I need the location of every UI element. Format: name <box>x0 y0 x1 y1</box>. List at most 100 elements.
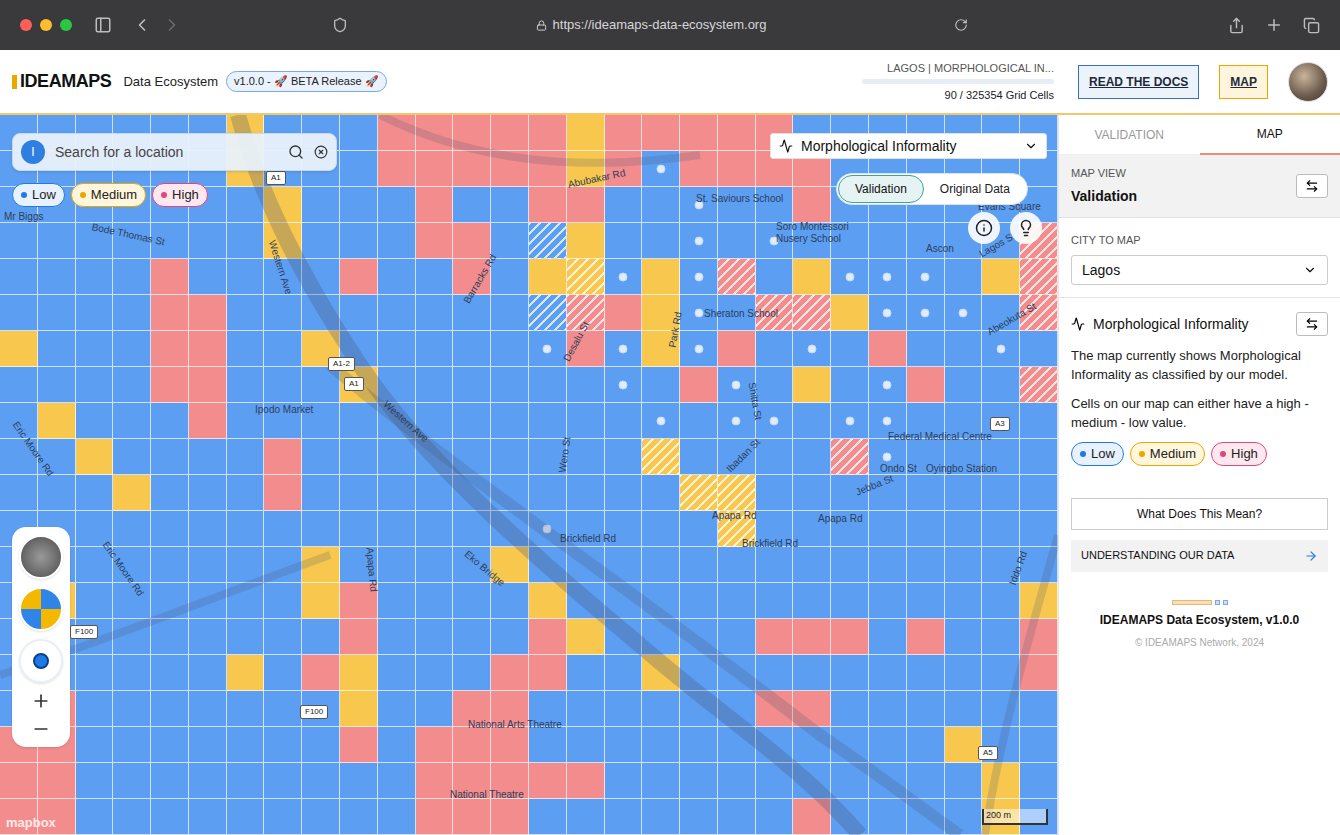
grid-cell[interactable] <box>567 115 605 151</box>
grid-cell[interactable] <box>76 727 114 763</box>
grid-cell[interactable] <box>680 763 718 799</box>
grid-cell[interactable] <box>756 259 794 295</box>
grid-cell[interactable] <box>982 511 1020 547</box>
grid-cell[interactable] <box>416 655 454 691</box>
grid-cell[interactable] <box>982 331 1020 367</box>
grid-cell[interactable] <box>302 367 340 403</box>
tabs-icon[interactable] <box>1303 17 1320 34</box>
grid-cell[interactable] <box>340 727 378 763</box>
grid-cell[interactable] <box>453 727 491 763</box>
grid-cell[interactable] <box>793 583 831 619</box>
grid-cell[interactable] <box>1020 475 1058 511</box>
grid-cell[interactable] <box>680 583 718 619</box>
grid-cell[interactable] <box>756 691 794 727</box>
grid-cell[interactable] <box>605 511 643 547</box>
grid-cell[interactable] <box>718 151 756 187</box>
grid-cell[interactable] <box>113 727 151 763</box>
grid-cell[interactable] <box>529 331 567 367</box>
grid-cell[interactable] <box>264 619 302 655</box>
grid-cell[interactable] <box>378 223 416 259</box>
grid-cell[interactable] <box>718 259 756 295</box>
grid-cell[interactable] <box>793 403 831 439</box>
grid-cell[interactable] <box>227 475 265 511</box>
grid-cell[interactable] <box>302 727 340 763</box>
grid-cell[interactable] <box>567 583 605 619</box>
grid-cell[interactable] <box>189 439 227 475</box>
grid-cell[interactable] <box>529 115 567 151</box>
grid-cell[interactable] <box>151 439 189 475</box>
grid-cell[interactable] <box>567 367 605 403</box>
grid-cell[interactable] <box>453 259 491 295</box>
grid-cell[interactable] <box>982 583 1020 619</box>
grid-cell[interactable] <box>793 331 831 367</box>
grid-cell[interactable] <box>756 475 794 511</box>
grid-cell[interactable] <box>378 619 416 655</box>
view-toggle-option[interactable]: Original Data <box>924 175 1026 203</box>
grid-cell[interactable] <box>756 655 794 691</box>
grid-cell[interactable] <box>113 331 151 367</box>
grid-cell[interactable] <box>189 655 227 691</box>
grid-cell[interactable] <box>416 367 454 403</box>
grid-cell[interactable] <box>718 403 756 439</box>
grid-cell[interactable] <box>907 223 945 259</box>
grid-cell[interactable] <box>38 439 76 475</box>
grid-cell[interactable] <box>378 151 416 187</box>
grid-cell[interactable] <box>378 691 416 727</box>
grid-cell[interactable] <box>189 691 227 727</box>
grid-cell[interactable] <box>0 763 38 799</box>
grid-cell[interactable] <box>982 367 1020 403</box>
grid-cell[interactable] <box>416 151 454 187</box>
grid-cell[interactable] <box>605 619 643 655</box>
grid-cell[interactable] <box>151 367 189 403</box>
minimize-dot[interactable] <box>40 19 52 31</box>
grid-cell[interactable] <box>642 295 680 331</box>
sidebar-tab[interactable]: VALIDATION <box>1059 115 1200 155</box>
grid-cell[interactable] <box>1020 403 1058 439</box>
grid-cell[interactable] <box>113 259 151 295</box>
grid-cell[interactable] <box>869 619 907 655</box>
grid-cell[interactable] <box>718 331 756 367</box>
grid-cell[interactable] <box>831 403 869 439</box>
grid-cell[interactable] <box>529 367 567 403</box>
grid-cell[interactable] <box>453 547 491 583</box>
grid-cell[interactable] <box>1020 331 1058 367</box>
grid-cell[interactable] <box>113 619 151 655</box>
grid-cell[interactable] <box>907 403 945 439</box>
grid-cell[interactable] <box>793 259 831 295</box>
grid-cell[interactable] <box>945 547 983 583</box>
grid-cell[interactable] <box>869 547 907 583</box>
grid-cell[interactable] <box>416 331 454 367</box>
grid-cell[interactable] <box>907 763 945 799</box>
grid-cell[interactable] <box>718 691 756 727</box>
grid-cell[interactable] <box>189 475 227 511</box>
grid-cell[interactable] <box>831 223 869 259</box>
grid-cell[interactable] <box>680 439 718 475</box>
mapbox-attribution[interactable]: mapbox <box>6 813 56 833</box>
grid-cell[interactable] <box>831 619 869 655</box>
grid-cell[interactable] <box>151 763 189 799</box>
grid-cell[interactable] <box>340 475 378 511</box>
grid-cell[interactable] <box>982 439 1020 475</box>
grid-cell[interactable] <box>831 439 869 475</box>
grid-cell[interactable] <box>793 223 831 259</box>
grid-cell[interactable] <box>340 403 378 439</box>
grid-cell[interactable] <box>945 511 983 547</box>
grid-cell[interactable] <box>151 691 189 727</box>
grid-cell[interactable] <box>567 295 605 331</box>
grid-cell[interactable] <box>453 151 491 187</box>
grid-cell[interactable] <box>264 511 302 547</box>
grid-cell[interactable] <box>340 151 378 187</box>
grid-cell[interactable] <box>151 331 189 367</box>
grid-cell[interactable] <box>907 295 945 331</box>
grid-cell[interactable] <box>793 295 831 331</box>
grid-cell[interactable] <box>793 763 831 799</box>
grid-cell[interactable] <box>416 763 454 799</box>
grid-cell[interactable] <box>605 655 643 691</box>
grid-cell[interactable] <box>831 655 869 691</box>
grid-cell[interactable] <box>113 655 151 691</box>
grid-cell[interactable] <box>1020 619 1058 655</box>
grid-cell[interactable] <box>453 367 491 403</box>
grid-cell[interactable] <box>189 799 227 835</box>
grid-cell[interactable] <box>189 223 227 259</box>
grid-cell[interactable] <box>189 763 227 799</box>
